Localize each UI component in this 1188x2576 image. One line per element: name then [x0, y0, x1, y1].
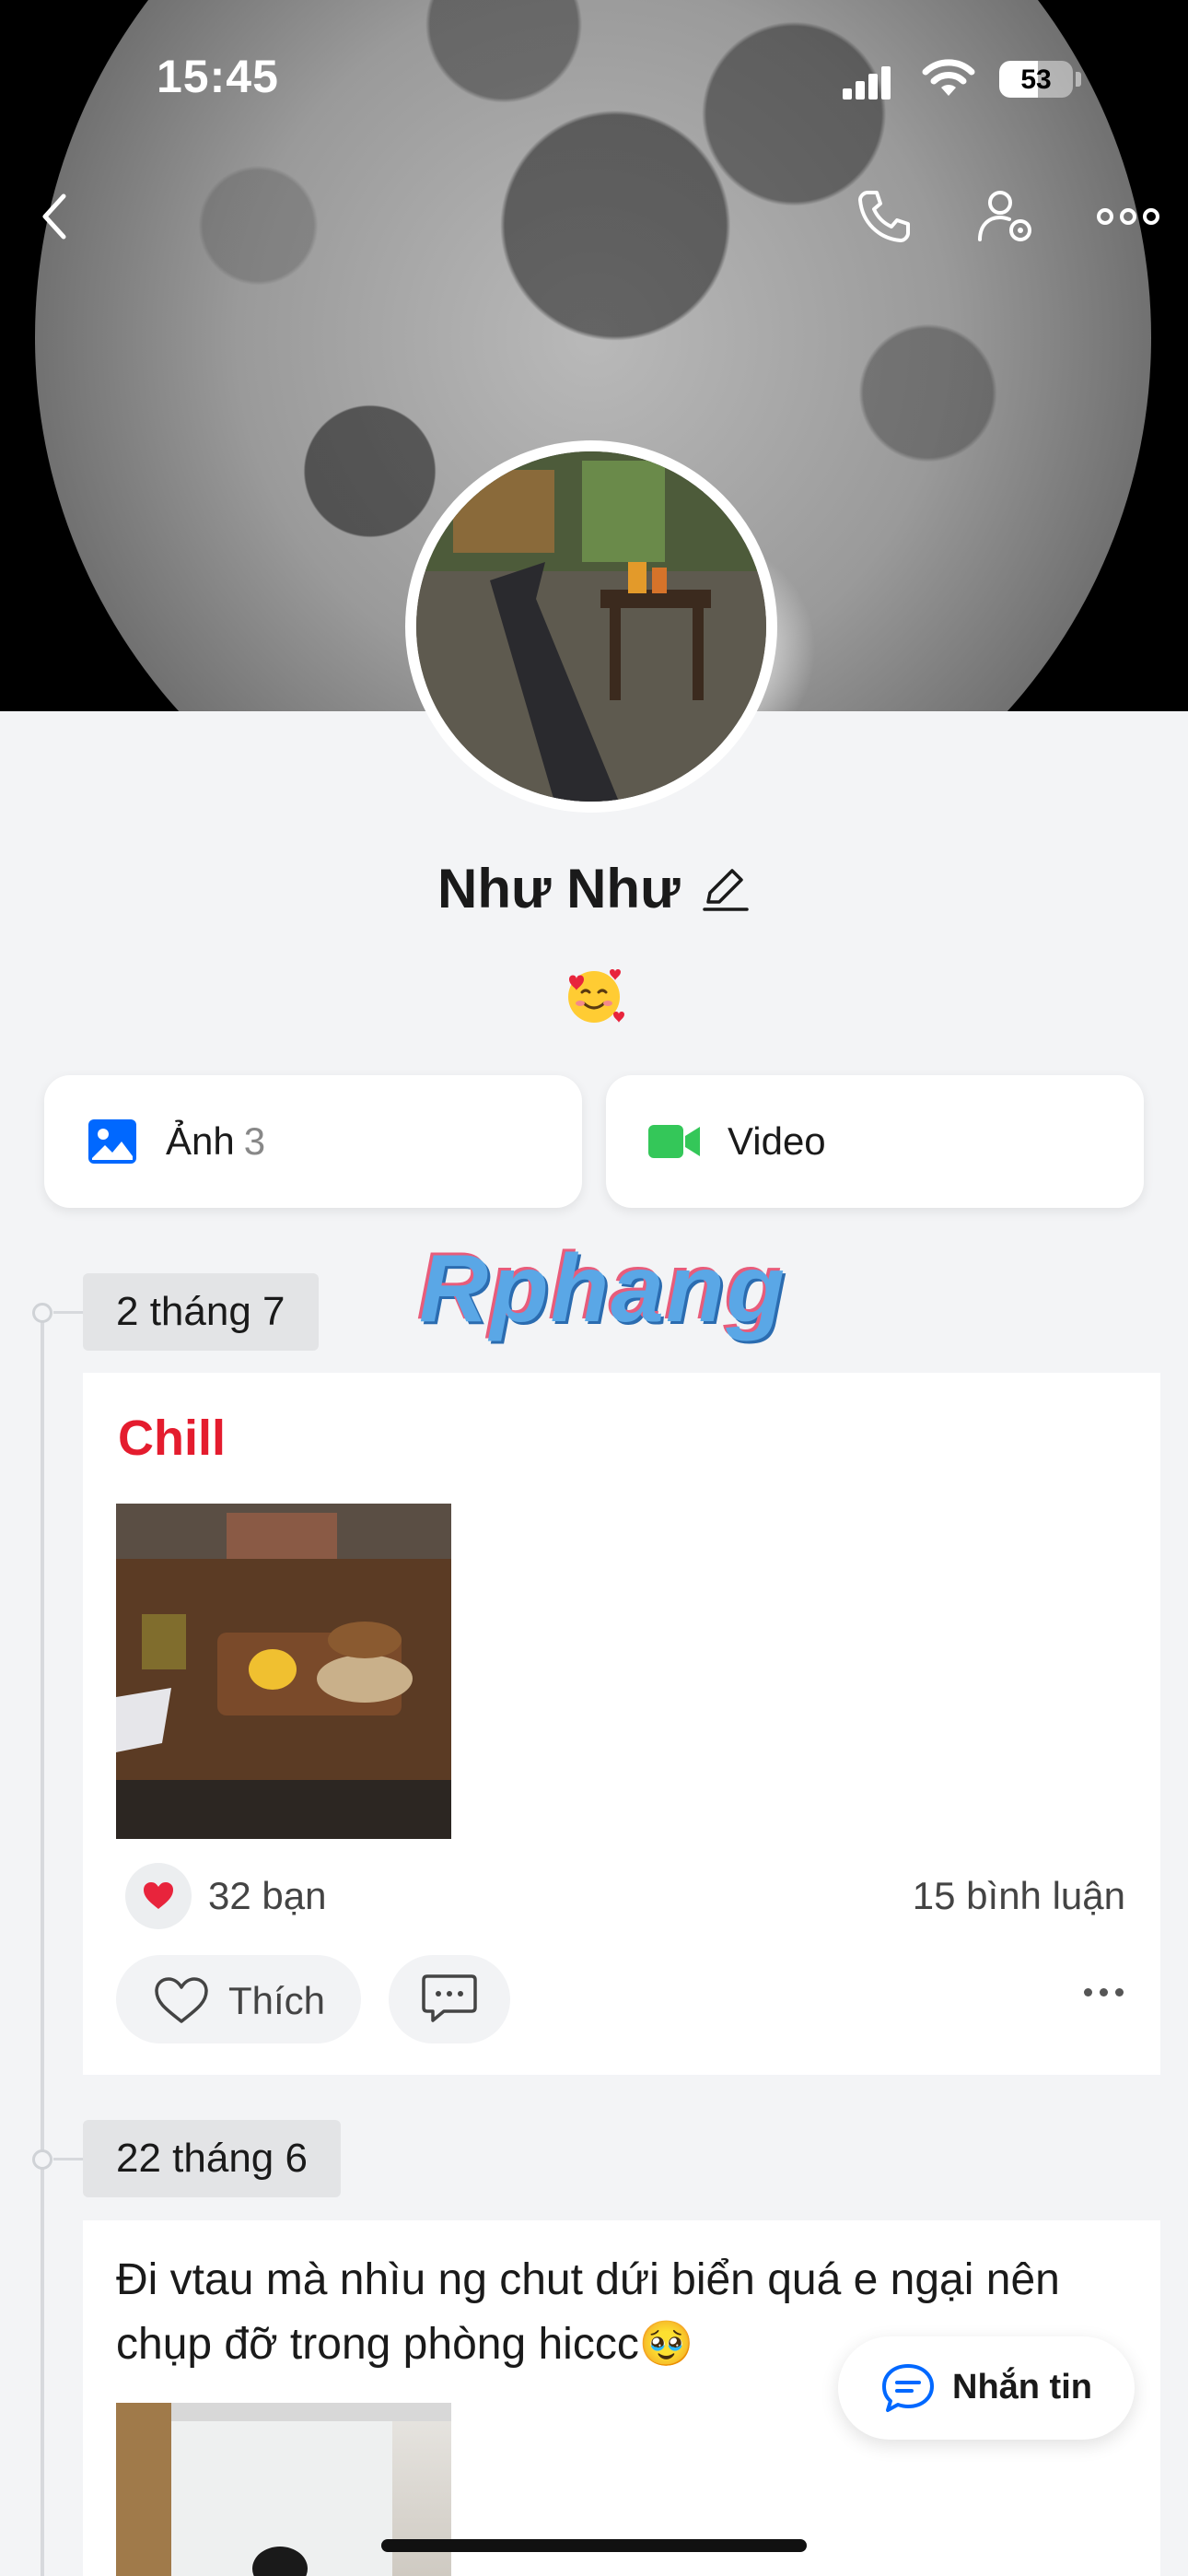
post-photo-image: [116, 1504, 451, 1839]
send-message-button[interactable]: Nhắn tin: [838, 2336, 1135, 2440]
photos-button[interactable]: Ảnh 3: [44, 1075, 582, 1208]
video-camera-icon: [648, 1125, 700, 1158]
post-date-chip: 2 tháng 7: [83, 1273, 319, 1351]
user-settings-icon: [978, 191, 1031, 241]
avatar[interactable]: [416, 451, 766, 802]
profile-settings-button[interactable]: [974, 184, 1039, 249]
heart-outline-icon: [155, 1977, 208, 2023]
photos-count: 3: [243, 1119, 266, 1163]
profile-name-row: Như Như: [0, 857, 1188, 920]
wifi-icon: [922, 59, 975, 96]
more-horizontal-icon: [1097, 208, 1159, 225]
battery-percent: 53: [1020, 64, 1052, 95]
battery-icon: 53: [999, 61, 1073, 98]
post-photo[interactable]: [116, 1504, 451, 1839]
cellular-signal-icon: [843, 66, 892, 100]
edit-pencil-icon[interactable]: [699, 863, 751, 915]
post-more-button[interactable]: [1084, 1988, 1124, 1996]
comment-count[interactable]: 15 bình luận: [913, 1874, 1125, 1918]
comment-button[interactable]: [389, 1955, 510, 2043]
photos-label: Ảnh: [166, 1119, 235, 1163]
videos-button[interactable]: Video: [606, 1075, 1144, 1208]
chat-bubble-icon: [882, 2364, 934, 2412]
videos-label: Video: [728, 1119, 826, 1163]
phone-icon: [858, 191, 910, 242]
status-bar: 15:45 53: [0, 0, 1188, 147]
image-icon: [88, 1119, 136, 1164]
home-indicator: [381, 2539, 807, 2552]
profile-name: Như Như: [437, 858, 681, 919]
status-time: 15:45: [157, 51, 279, 102]
like-button[interactable]: Thích: [116, 1955, 361, 2043]
back-button[interactable]: [22, 184, 87, 249]
post-date-chip: 22 tháng 6: [83, 2120, 341, 2197]
feed-post[interactable]: Chill 32 bạn 15 bình luận Thích: [83, 1373, 1160, 2075]
watermark-logo: Rphang: [419, 1235, 787, 1342]
chevron-left-icon: [42, 193, 66, 240]
reaction-count[interactable]: 32 bạn: [208, 1874, 326, 1918]
avatar-frame[interactable]: [405, 440, 777, 813]
post-title: Chill: [118, 1411, 226, 1466]
heart-icon: [144, 1882, 173, 1909]
call-button[interactable]: [852, 184, 916, 249]
send-message-label: Nhắn tin: [952, 2368, 1092, 2406]
timeline-dot: [32, 2149, 52, 2170]
timeline-dot: [32, 1303, 52, 1323]
like-label: Thích: [228, 1979, 326, 2022]
more-options-button[interactable]: [1096, 184, 1160, 249]
comment-bubble-icon: [422, 1974, 477, 2022]
reaction-heart-badge[interactable]: [125, 1863, 192, 1929]
avatar-photo: [416, 451, 766, 802]
timeline-line: [41, 1308, 44, 2576]
smiling-hearts-emoji-icon: [568, 969, 624, 1023]
